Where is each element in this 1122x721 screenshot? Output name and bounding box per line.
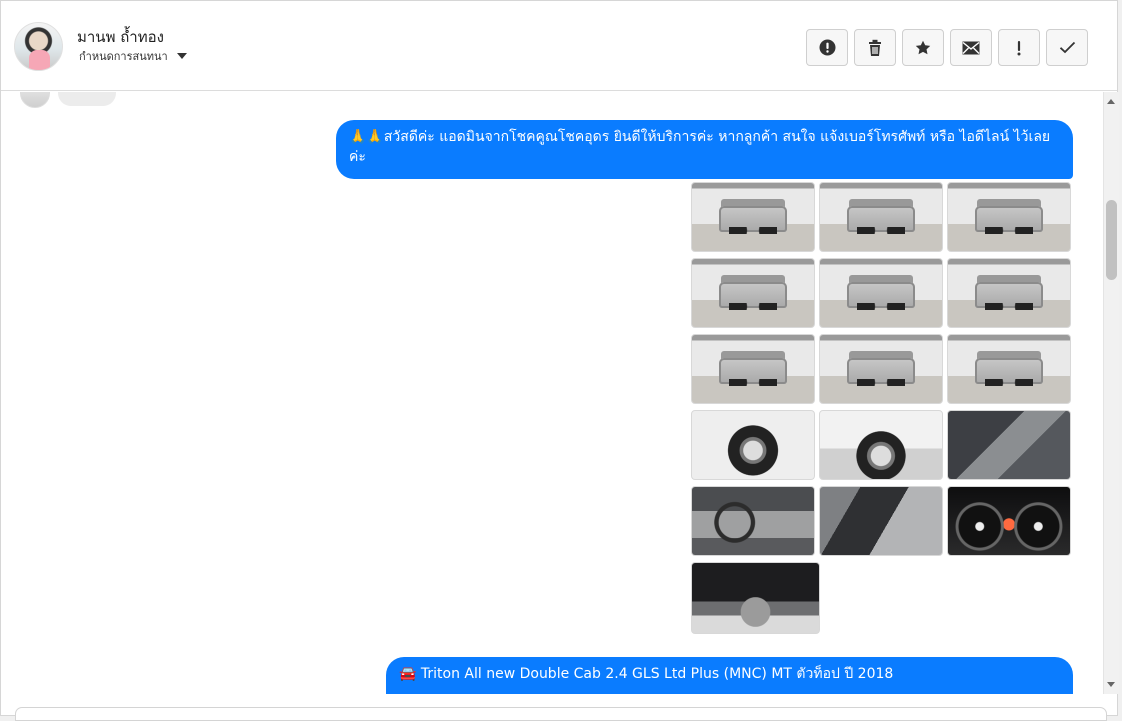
outgoing-message-bubble[interactable]: 🙏🙏สวัสดีค่ะ แอดมินจากโชคคูณโชคอุดร ยินดี… (336, 120, 1073, 179)
exclamation-icon (1016, 40, 1022, 56)
seats-photo (820, 487, 942, 555)
gauge-cluster-photo (948, 487, 1070, 555)
pickup-front-side-photo (948, 183, 1070, 251)
wheel-photo (692, 411, 814, 479)
photo-thumbnail[interactable] (819, 258, 943, 328)
conversation-header: มานพ ถ้ำทอง กำหนดการสนทนา (1, 1, 1117, 91)
trash-icon (867, 39, 883, 57)
star-icon (914, 39, 932, 57)
scroll-up-icon[interactable] (1107, 99, 1115, 104)
alert-circle-icon (819, 39, 836, 56)
previous-incoming-message (20, 92, 116, 108)
pickup-side-photo (692, 335, 814, 403)
photo-thumbnail[interactable] (691, 182, 815, 252)
caret-down-icon (176, 53, 187, 59)
photo-thumbnail[interactable] (819, 334, 943, 404)
photo-thumbnail[interactable] (947, 258, 1071, 328)
report-button[interactable] (806, 29, 848, 66)
pickup-rear-photo (820, 259, 942, 327)
photo-grid (691, 182, 1073, 634)
photo-thumbnail[interactable] (691, 258, 815, 328)
incoming-message-bubble[interactable] (58, 92, 116, 106)
message-thread[interactable]: 🙏🙏สวัสดีค่ะ แอดมินจากโชคคูณโชคอุดร ยินดี… (2, 92, 1103, 694)
contact-name[interactable]: มานพ ถ้ำทอง (77, 25, 164, 49)
photo-thumbnail[interactable] (947, 334, 1071, 404)
photo-thumbnail[interactable] (691, 486, 815, 556)
photo-thumbnail[interactable] (947, 182, 1071, 252)
photo-thumbnail[interactable] (947, 486, 1071, 556)
photo-thumbnail[interactable] (819, 410, 943, 480)
mark-done-button[interactable] (1046, 29, 1088, 66)
conversation-toolbar (806, 29, 1088, 66)
delete-button[interactable] (854, 29, 896, 66)
scroll-down-icon[interactable] (1107, 682, 1115, 687)
engine-bay-photo (692, 563, 819, 633)
photo-thumbnail[interactable] (691, 334, 815, 404)
pickup-front-photo (692, 183, 814, 251)
contact-avatar-small (20, 92, 50, 108)
photo-thumbnail[interactable] (819, 486, 943, 556)
contact-avatar[interactable] (14, 22, 63, 71)
wheel-photo (820, 411, 942, 479)
message-composer[interactable] (15, 707, 1107, 721)
conversation-setting-label: กำหนดการสนทนา (79, 50, 168, 63)
photo-thumbnail[interactable] (691, 562, 820, 634)
check-icon (1059, 41, 1076, 54)
photo-thumbnail[interactable] (819, 182, 943, 252)
mark-important-button[interactable] (998, 29, 1040, 66)
door-interior-photo (948, 411, 1070, 479)
outgoing-message-bubble[interactable]: 🚘 Triton All new Double Cab 2.4 GLS Ltd … (386, 657, 1073, 694)
thread-scrollbar[interactable] (1103, 92, 1119, 694)
pickup-front-photo (820, 183, 942, 251)
photo-thumbnail[interactable] (947, 410, 1071, 480)
photo-thumbnail[interactable] (691, 410, 815, 480)
dashboard-photo (692, 487, 814, 555)
mail-button[interactable] (950, 29, 992, 66)
conversation-setting-dropdown[interactable]: กำหนดการสนทนา (79, 47, 187, 65)
mail-icon (962, 41, 980, 55)
pickup-rear-photo (692, 259, 814, 327)
photo-gallery (691, 182, 1073, 634)
star-button[interactable] (902, 29, 944, 66)
pickup-rear-side-photo (948, 259, 1070, 327)
scrollbar-thumb[interactable] (1106, 200, 1117, 280)
pickup-side-photo (948, 335, 1070, 403)
pickup-side-photo (820, 335, 942, 403)
messenger-window: มานพ ถ้ำทอง กำหนดการสนทนา 🙏🙏สวัสดีค่ะ แอ… (0, 0, 1119, 721)
